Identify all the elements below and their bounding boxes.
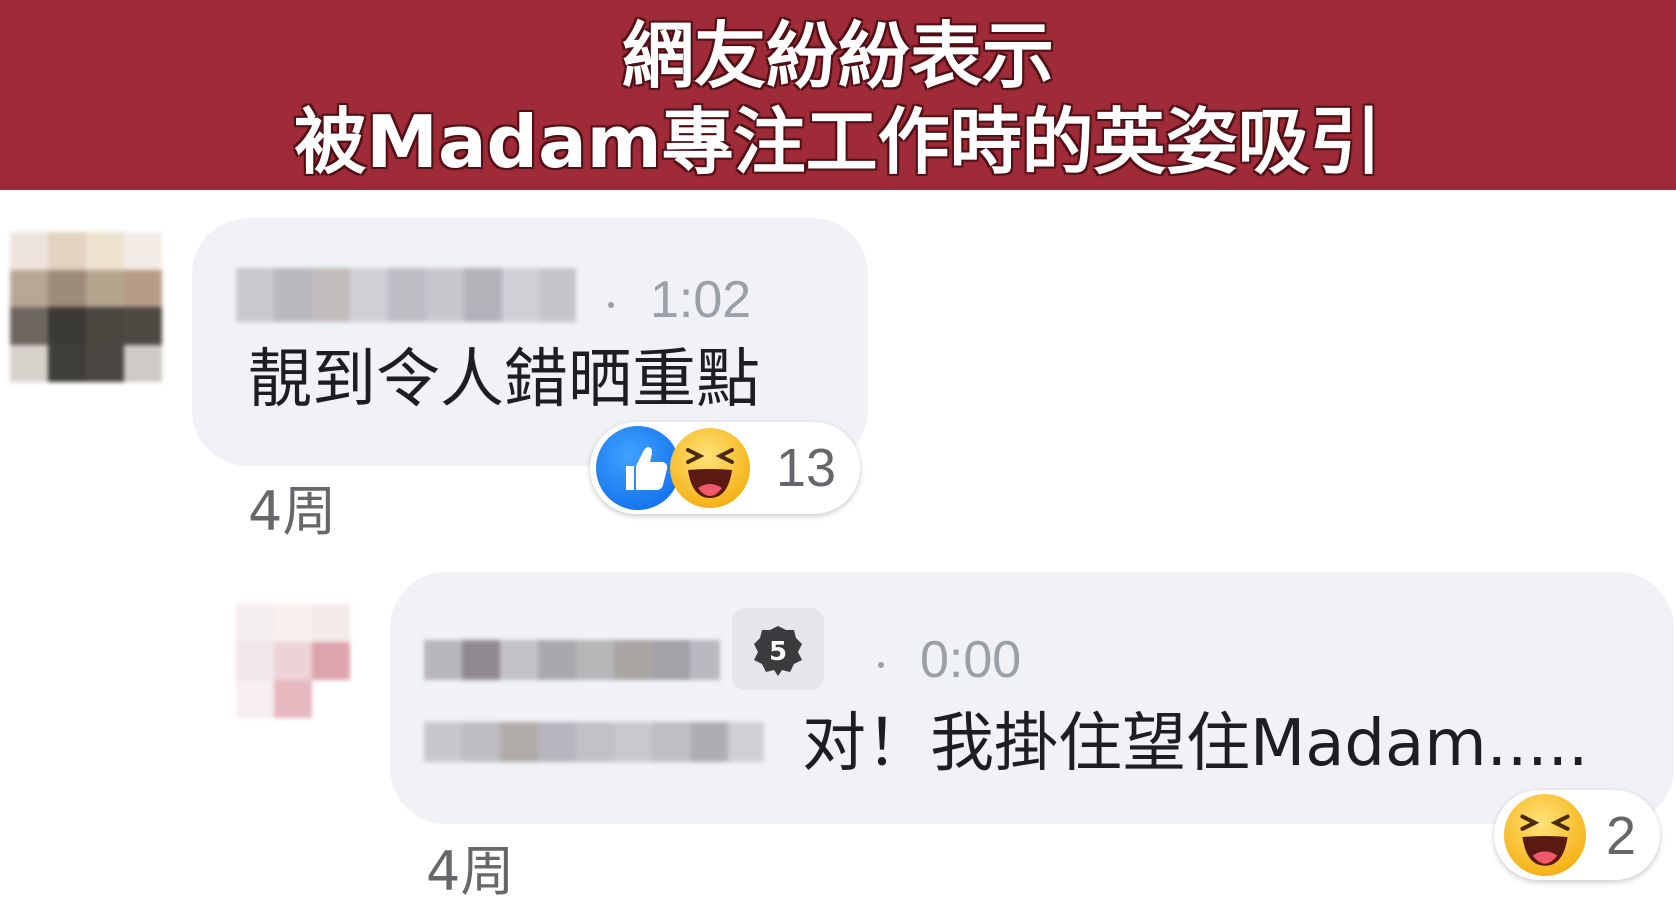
badge-level-icon: 5 [754,626,802,676]
reply-author-subline [424,722,764,762]
avatar[interactable] [236,604,350,718]
banner-title-line1: 網友紛紛表示 [621,14,1054,98]
separator-dot [878,662,884,668]
comment-text: 靚到令人錯晒重點 [248,343,760,417]
reactions-summary[interactable]: 13 [590,422,860,514]
comment-age[interactable]: 4周 [248,482,336,542]
reply-text: 对！我掛住望住Madam..... [802,707,1589,781]
reply-age[interactable]: 4周 [426,842,514,902]
haha-icon [670,428,750,508]
top-fan-badge[interactable]: 5 [732,608,824,690]
reply-bubble [390,572,1674,824]
title-banner: 網友紛紛表示 被Madam專注工作時的英姿吸引 [0,0,1676,190]
haha-icon [1504,794,1586,876]
comment-timestamp[interactable]: 1:02 [650,270,751,330]
badge-level: 5 [769,637,787,667]
reply-timestamp[interactable]: 0:00 [920,630,1021,690]
banner-title-line2: 被Madam專注工作時的英姿吸引 [294,100,1382,184]
like-icon [596,426,680,510]
reaction-count: 2 [1606,806,1637,866]
avatar[interactable] [10,232,162,382]
reactions-summary[interactable]: 2 [1494,790,1660,880]
comment-author-name[interactable] [236,268,576,322]
reply-author-name[interactable] [424,640,720,680]
separator-dot [608,302,614,308]
reaction-count: 13 [776,438,837,498]
